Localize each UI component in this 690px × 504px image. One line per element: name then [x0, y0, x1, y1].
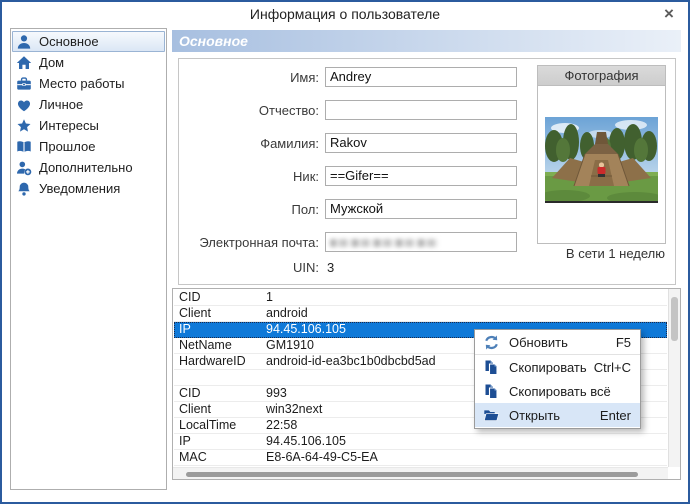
form-field-input[interactable]: Rakov — [325, 133, 517, 153]
uin-row: UIN: 3 — [179, 259, 675, 275]
form-field-input[interactable]: Andrey — [325, 67, 517, 87]
sidebar-item-label: Основное — [39, 34, 99, 49]
form-field-label: Электронная почта: — [199, 234, 319, 250]
photo-panel-title: Фотография — [538, 66, 665, 86]
photo-body — [538, 86, 665, 243]
sidebar-item-label: Личное — [39, 97, 84, 112]
online-status: В сети 1 неделю — [565, 246, 665, 261]
table-value-cell: E8-6A-64-49-C5-EA — [266, 450, 378, 464]
sidebar-item[interactable]: Прошлое — [12, 136, 165, 157]
table-key-cell: MAC — [179, 450, 207, 464]
context-menu-item-label: Обновить — [509, 335, 568, 350]
form-field-input[interactable]: ==Gifer== — [325, 166, 517, 186]
context-menu-item-label: Скопировать — [509, 359, 587, 375]
user-info-dialog: Информация о пользователе × Основное Дом… — [0, 0, 690, 504]
table-key-cell: LocalTime — [179, 418, 237, 432]
sidebar-item[interactable]: Основное — [12, 31, 165, 52]
vertical-scrollbar[interactable] — [668, 289, 680, 467]
sidebar-item-label: Место работы — [39, 76, 125, 91]
table-key-cell: CID — [179, 290, 201, 304]
basic-info-groupbox: Имя: Andrey Отчество: Фамилия: Rakov Ник… — [178, 58, 676, 285]
horizontal-scrollbar[interactable] — [173, 467, 668, 479]
form-field-input[interactable]: Мужской — [325, 199, 517, 219]
sidebar-item-label: Прошлое — [39, 139, 96, 154]
table-value-cell: android — [266, 306, 308, 320]
context-menu-item-label: Открыть — [509, 407, 561, 423]
form-field-input[interactable] — [325, 232, 517, 252]
table-row[interactable]: MAC E8-6A-64-49-C5-EA — [174, 450, 667, 466]
bell-icon — [16, 181, 32, 197]
context-menu-item[interactable]: Скопировать Ctrl+C — [475, 355, 640, 379]
copy-icon — [483, 383, 500, 400]
form-field-label: Имя: — [290, 69, 319, 85]
context-menu-item-shortcut: Enter — [599, 407, 631, 423]
sidebar: Основное Дом Место работы Личное Интерес… — [10, 28, 167, 490]
context-menu-item[interactable]: Обновить F5 — [475, 331, 640, 355]
form-field-label: Фамилия: — [260, 135, 319, 151]
briefcase-icon — [16, 76, 32, 92]
table-key-cell: Client — [179, 306, 211, 320]
context-menu-item[interactable]: Открыть Enter — [475, 403, 640, 427]
sidebar-item-label: Дом — [39, 55, 65, 70]
form-field-label: Отчество: — [258, 102, 319, 118]
person-add-icon — [16, 160, 32, 176]
uin-value: 3 — [327, 259, 335, 275]
table-row[interactable]: Client android — [174, 306, 667, 322]
user-photo — [545, 117, 658, 203]
table-value-cell: 1 — [266, 290, 273, 304]
table-row[interactable]: IP 94.45.106.105 — [174, 434, 667, 450]
star-icon — [16, 118, 32, 134]
window-title: Информация о пользователе — [249, 6, 441, 22]
table-row[interactable]: CID 1 — [174, 290, 667, 306]
uin-label: UIN: — [293, 259, 319, 275]
photo-panel: Фотография — [537, 65, 666, 244]
sidebar-item-label: Дополнительно — [39, 160, 133, 175]
titlebar[interactable]: Информация о пользователе × — [2, 2, 688, 27]
form-field-label: Ник: — [293, 168, 319, 184]
table-key-cell: IP — [179, 322, 191, 336]
table-key-cell: HardwareID — [179, 354, 246, 368]
table-key-cell — [174, 370, 266, 385]
home-icon — [16, 55, 32, 71]
form-field-label: Пол: — [291, 201, 320, 217]
sidebar-item[interactable]: Личное — [12, 94, 165, 115]
sidebar-item-label: Уведомления — [39, 181, 121, 196]
refresh-icon — [483, 334, 500, 351]
context-menu-item-shortcut: Ctrl+C — [593, 359, 631, 375]
context-menu-item-shortcut: F5 — [615, 335, 631, 350]
sidebar-item[interactable]: Уведомления — [12, 178, 165, 199]
table-key-cell: NetName — [179, 338, 232, 352]
table-key-cell: Client — [179, 402, 211, 416]
table-value-cell: 94.45.106.105 — [266, 434, 346, 448]
sidebar-item-label: Интересы — [39, 118, 99, 133]
table-key-cell: CID — [179, 386, 201, 400]
context-menu: Обновить F5 Скопировать Ctrl+C Скопирова… — [474, 329, 641, 429]
book-icon — [16, 139, 32, 155]
sidebar-item[interactable]: Место работы — [12, 73, 165, 94]
context-menu-item-label: Скопировать всё — [509, 383, 611, 399]
table-key-cell: IP — [179, 434, 191, 448]
close-icon[interactable]: × — [660, 3, 678, 25]
horizontal-scrollbar-thumb[interactable] — [186, 472, 638, 477]
copy-icon — [483, 359, 500, 376]
heart-icon — [16, 97, 32, 113]
form-field-input[interactable] — [325, 100, 517, 120]
sidebar-item[interactable]: Дом — [12, 52, 165, 73]
person-icon — [16, 34, 32, 50]
vertical-scrollbar-thumb[interactable] — [671, 297, 678, 341]
context-menu-item[interactable]: Скопировать всё — [475, 379, 640, 403]
sidebar-item[interactable]: Интересы — [12, 115, 165, 136]
open-folder-icon — [483, 407, 500, 424]
sidebar-item[interactable]: Дополнительно — [12, 157, 165, 178]
section-header: Основное — [172, 30, 681, 52]
